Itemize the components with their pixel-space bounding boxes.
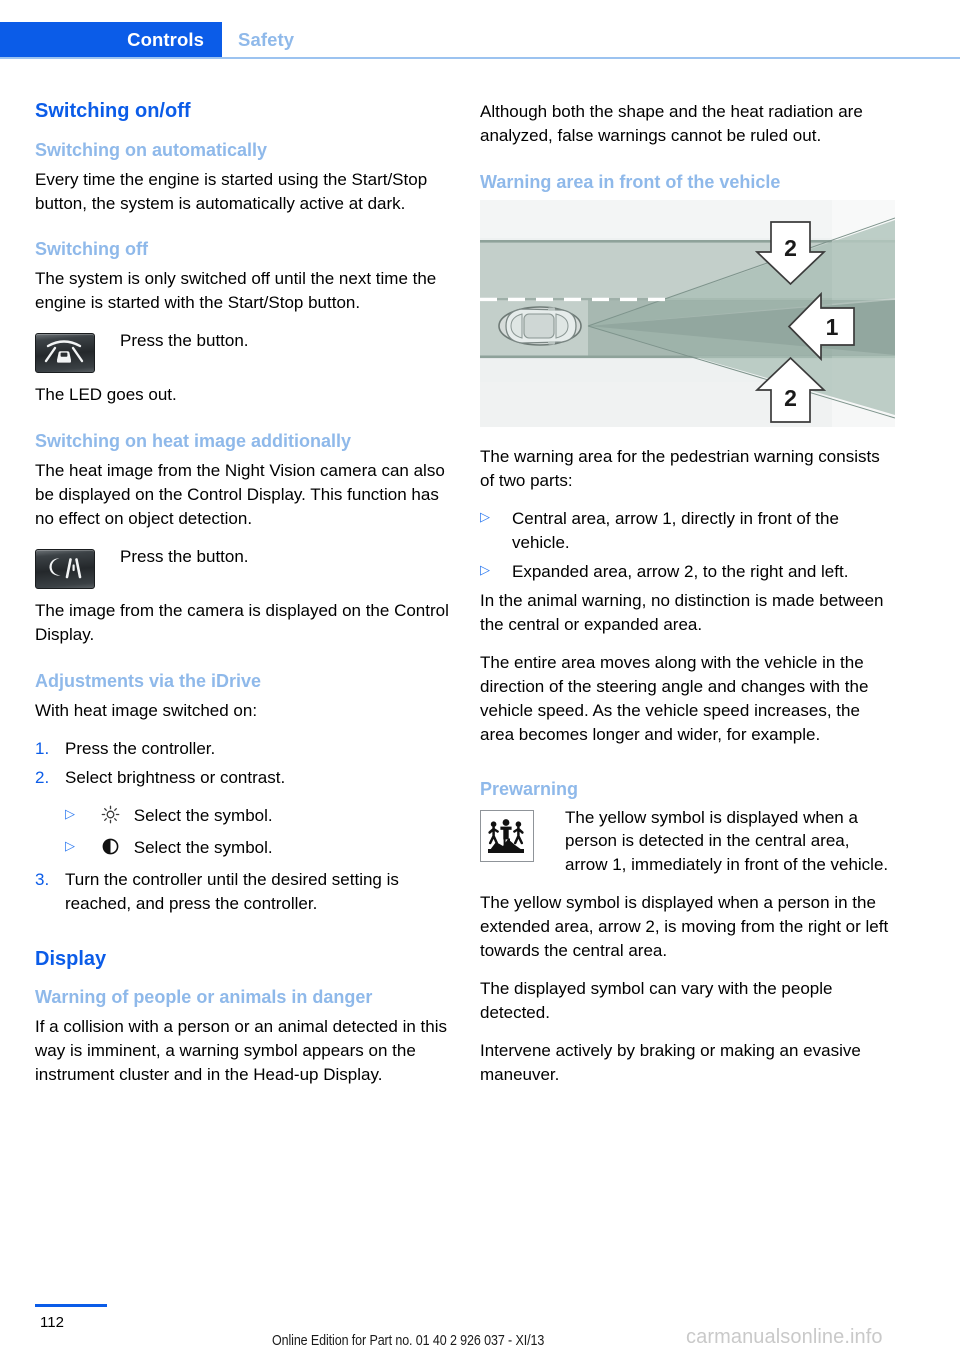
pedestrian-warning-symbol: [480, 809, 534, 862]
list-item: ▷ Select the symbol.: [65, 836, 450, 863]
prewarning-symbol-text: The yellow symbol is displayed when a pe…: [565, 807, 889, 875]
press-button-row-nightvision: Press the button.: [35, 329, 450, 374]
substep-text: Select the symbol.: [133, 837, 273, 857]
idrive-steps-list: 1. Press the controller. 2. Select brigh…: [35, 737, 450, 790]
brightness-icon: [101, 805, 120, 831]
right-column: Although both the shape and the heat rad…: [480, 100, 895, 1087]
contrast-icon: [101, 837, 120, 863]
moon-and-road-glyph: [49, 558, 82, 579]
triangle-bullet-icon: ▷: [480, 508, 490, 524]
step-text: Select brightness or contrast.: [65, 768, 286, 788]
list-item: 1. Press the controller.: [35, 737, 450, 761]
list-item-text: Central area, arrow 1, directly in front…: [512, 508, 839, 552]
header-divider: [0, 57, 960, 59]
paragraph-switching-off: The system is only switched off until th…: [35, 269, 437, 313]
step-number: 2.: [35, 768, 50, 788]
car-with-beams-glyph: [44, 340, 84, 363]
idrive-symbol-sublist: ▷ Select the symbol. ▷ Select the symbol…: [65, 804, 450, 863]
page-number: 112: [40, 1314, 64, 1331]
section-title-display: Display: [35, 947, 107, 970]
subheading-prewarning: Prewarning: [480, 778, 579, 799]
night-vision-button-icon[interactable]: [35, 333, 95, 374]
step-number: 1.: [35, 739, 50, 759]
paragraph-idrive-intro: With heat image switched on:: [35, 701, 258, 721]
svg-text:2: 2: [784, 235, 797, 261]
step-text: Press the controller.: [65, 739, 216, 759]
edition-note: Online Edition for Part no. 01 40 2 926 …: [272, 1332, 545, 1349]
paragraph-animal-warning: In the animal warning, no distinction is…: [480, 590, 884, 634]
triangle-bullet-icon: ▷: [480, 561, 490, 577]
paragraph-area-moves: The entire area moves along with the veh…: [480, 652, 869, 744]
paragraph-shape-heat-radiation: Although both the shape and the heat rad…: [480, 102, 863, 145]
subheading-warning-area: Warning area in front of the vehicle: [480, 171, 781, 192]
list-item: 2. Select brightness or contrast.: [35, 766, 450, 790]
tab-controls-label: Controls: [127, 29, 204, 50]
warning-parts-list: ▷ Central area, arrow 1, directly in fro…: [480, 507, 895, 584]
warning-area-diagram: 2 1 2: [480, 199, 895, 427]
step-number: 3.: [35, 869, 50, 889]
step-text: Turn the controller until the desired se…: [65, 869, 399, 913]
page-header: Controls Safety: [0, 0, 960, 59]
subheading-switching-off: Switching off: [35, 239, 148, 260]
heat-image-button-icon[interactable]: [35, 549, 95, 590]
list-item: ▷ Expanded area, arrow 2, to the right a…: [480, 560, 895, 584]
subheading-heat-image: Switching on heat image additionally: [35, 431, 352, 452]
subheading-idrive: Adjustments via the iDrive: [35, 671, 262, 692]
paragraph-warning-parts: The warning area for the pedestrian warn…: [480, 446, 880, 490]
paragraph-camera-image: The image from the camera is displayed o…: [35, 601, 449, 645]
paragraph-led-goes-out: The LED goes out.: [35, 385, 177, 405]
triangle-bullet-icon: ▷: [65, 837, 75, 853]
section-title-switching: Switching on/off: [35, 100, 191, 122]
watermark: carmanualsonline.info: [686, 1326, 883, 1348]
list-item: ▷ Select the symbol.: [65, 804, 450, 831]
list-item-text: Expanded area, arrow 2, to the right and…: [512, 561, 849, 581]
triangle-bullet-icon: ▷: [65, 806, 75, 821]
paragraph-prewarning-extended: The yellow symbol is displayed when a pe…: [480, 893, 889, 961]
press-button-row-heatimage: Press the button.: [35, 545, 450, 590]
paragraph-symbol-varies: The displayed symbol can vary with the p…: [480, 979, 833, 1023]
list-item: ▷ Central area, arrow 1, directly in fro…: [480, 507, 895, 555]
left-column: Switching on/off Switching on automatica…: [35, 100, 450, 1087]
svg-text:2: 2: [784, 385, 797, 411]
vehicle-top-view: [498, 306, 582, 346]
paragraph-warning-collision: If a collision with a person or an anima…: [35, 1017, 448, 1085]
list-item: 3. Turn the controller until the desired…: [35, 868, 450, 916]
prewarning-symbol-row: The yellow symbol is displayed when a pe…: [480, 806, 895, 878]
press-button-text-1: Press the button.: [120, 331, 249, 351]
three-pedestrians-glyph: [488, 818, 524, 853]
subheading-warning-people-animals: Warning of people or animals in danger: [35, 987, 373, 1008]
svg-text:1: 1: [826, 314, 839, 340]
tab-safety[interactable]: Safety: [238, 29, 294, 51]
press-button-text-2: Press the button.: [120, 547, 249, 567]
paragraph-intervene: Intervene actively by braking or making …: [480, 1041, 861, 1085]
subheading-switching-on-automatically: Switching on automatically: [35, 139, 268, 160]
paragraph-heat-image: The heat image from the Night Vision cam…: [35, 461, 445, 529]
footer-divider: [35, 1304, 107, 1307]
tab-controls[interactable]: Controls: [0, 22, 222, 57]
paragraph-switching-auto: Every time the engine is started using t…: [35, 169, 428, 213]
substep-text: Select the symbol.: [133, 806, 273, 825]
idrive-steps-list-cont: 3. Turn the controller until the desired…: [35, 868, 450, 916]
